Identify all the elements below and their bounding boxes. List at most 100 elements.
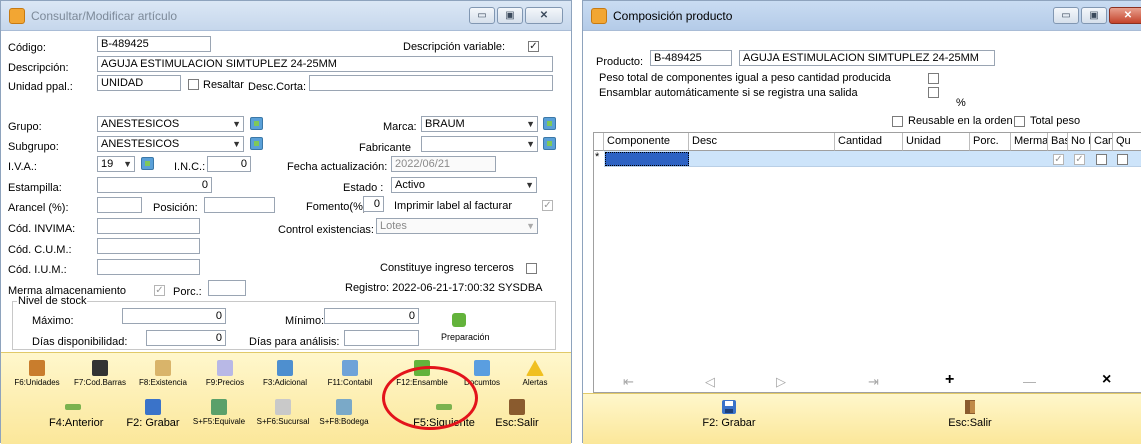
total-peso-checkbox[interactable] bbox=[1014, 116, 1025, 127]
subgrupo-lookup-icon[interactable] bbox=[250, 137, 263, 150]
bas-checkbox[interactable]: ✓ bbox=[1053, 154, 1064, 165]
nivel-stock-legend: Nivel de stock bbox=[18, 295, 87, 307]
components-grid[interactable]: Componente Desc Cantidad Unidad Porc. Me… bbox=[593, 132, 1141, 393]
preparacion-button[interactable]: Preparación bbox=[441, 332, 490, 342]
column-header[interactable]: Cantidad bbox=[835, 133, 903, 151]
qu-checkbox[interactable] bbox=[1117, 154, 1128, 165]
minimize-button[interactable]: ▭ bbox=[469, 7, 495, 24]
grupo-select[interactable]: ANESTESICOS ▼ bbox=[97, 116, 244, 132]
prev-record-icon[interactable]: ◁ bbox=[705, 374, 715, 390]
toolbar-button[interactable]: F4:Anterior bbox=[49, 399, 103, 429]
toolbar-button[interactable]: F2: Grabar bbox=[117, 399, 189, 429]
maximo-input[interactable]: 0 bbox=[122, 308, 226, 324]
column-header[interactable]: Desc bbox=[689, 133, 835, 151]
estado-select[interactable]: Activo ▼ bbox=[391, 177, 537, 193]
ensamblar-checkbox[interactable] bbox=[928, 87, 939, 98]
fabricante-select[interactable]: ▼ bbox=[421, 136, 538, 152]
ium-input[interactable] bbox=[97, 259, 200, 275]
column-header[interactable]: Porc. bbox=[970, 133, 1011, 151]
desc-corta-input[interactable] bbox=[309, 75, 553, 91]
minimo-label: Mínimo: bbox=[285, 315, 325, 327]
toolbar-button[interactable]: Esc:Salir bbox=[486, 399, 548, 429]
first-record-icon[interactable]: ⇤ bbox=[623, 374, 634, 390]
subgrupo-select[interactable]: ANESTESICOS ▼ bbox=[97, 136, 244, 152]
registro-text: Registro: 2022-06-21-17:00:32 SYSDBA bbox=[345, 282, 543, 294]
save-icon bbox=[145, 399, 161, 415]
toolbar-button[interactable]: F9:Precios bbox=[196, 360, 254, 387]
chevron-down-icon: ▼ bbox=[526, 139, 535, 149]
marca-value: BRAUM bbox=[425, 118, 465, 130]
dias-disponibilidad-input[interactable]: 0 bbox=[146, 330, 226, 346]
toolbar-button-label: F4:Anterior bbox=[49, 417, 104, 429]
column-header[interactable]: Qu bbox=[1113, 133, 1141, 151]
close-button[interactable]: ✕ bbox=[1109, 7, 1141, 24]
marca-select[interactable]: BRAUM ▼ bbox=[421, 116, 538, 132]
column-header[interactable]: No M bbox=[1068, 133, 1091, 151]
constituye-checkbox[interactable] bbox=[526, 263, 537, 274]
inc-input[interactable]: 0 bbox=[207, 156, 251, 172]
toolbar-button-label: F7:Cod.Barras bbox=[73, 378, 127, 387]
arancel-input[interactable] bbox=[97, 197, 142, 213]
descripcion-input[interactable]: AGUJA ESTIMULACION SIMTUPLEZ 24-25MM bbox=[97, 56, 553, 72]
porc-input[interactable] bbox=[208, 280, 246, 296]
maximize-button[interactable]: ▣ bbox=[1081, 7, 1107, 24]
caml-checkbox[interactable] bbox=[1096, 154, 1107, 165]
toolbar-button[interactable]: Alertas bbox=[506, 360, 564, 387]
componente-cell[interactable] bbox=[605, 152, 689, 166]
composition-window-title: Composición producto bbox=[613, 9, 733, 23]
composition-toolbar bbox=[583, 393, 1141, 444]
column-header[interactable]: Componente bbox=[604, 133, 689, 151]
edit-record-icon[interactable]: — bbox=[1023, 374, 1036, 389]
estampilla-input[interactable]: 0 bbox=[97, 177, 212, 193]
column-header[interactable]: Bas bbox=[1048, 133, 1068, 151]
toolbar-button[interactable]: S+F5:Equivale bbox=[189, 399, 249, 426]
minimo-input[interactable]: 0 bbox=[324, 308, 419, 324]
toolbar-button[interactable]: F3:Adicional bbox=[256, 360, 314, 387]
salir-button[interactable]: Esc:Salir bbox=[940, 399, 1000, 429]
desc-variable-label: Descripción variable: bbox=[403, 41, 506, 53]
marca-lookup-icon[interactable] bbox=[543, 117, 556, 130]
iva-lookup-icon[interactable] bbox=[141, 157, 154, 170]
arrow-left-icon bbox=[65, 404, 81, 410]
marca-label: Marca: bbox=[383, 121, 417, 133]
document-icon bbox=[474, 360, 490, 376]
dias-analisis-input[interactable] bbox=[344, 330, 419, 346]
peso-total-checkbox[interactable] bbox=[928, 73, 939, 84]
iva-select[interactable]: 19 ▼ bbox=[97, 156, 135, 172]
column-header[interactable]: Merma bbox=[1011, 133, 1048, 151]
delete-record-icon[interactable]: × bbox=[1102, 371, 1111, 389]
fomento-input[interactable]: 0 bbox=[363, 196, 384, 212]
column-header[interactable]: Unidad bbox=[903, 133, 970, 151]
column-header[interactable]: Caml bbox=[1091, 133, 1113, 151]
invima-input[interactable] bbox=[97, 218, 200, 234]
no-m-checkbox[interactable]: ✓ bbox=[1074, 154, 1085, 165]
toolbar-button[interactable]: F7:Cod.Barras bbox=[71, 360, 129, 387]
close-button[interactable]: ✕ bbox=[525, 7, 563, 24]
reusable-checkbox[interactable] bbox=[892, 116, 903, 127]
maximize-button[interactable]: ▣ bbox=[497, 7, 523, 24]
toolbar-button[interactable]: F11:Contabil bbox=[321, 360, 379, 387]
imprimir-checkbox[interactable]: ✓ bbox=[542, 200, 553, 211]
last-record-icon[interactable]: ⇥ bbox=[868, 374, 879, 390]
fabricante-lookup-icon[interactable] bbox=[543, 137, 556, 150]
toolbar-button[interactable]: S+F6:Sucursal bbox=[253, 399, 313, 426]
chevron-down-icon: ▼ bbox=[526, 221, 535, 231]
posicion-input[interactable] bbox=[204, 197, 275, 213]
desc-variable-checkbox[interactable]: ✓ bbox=[528, 41, 539, 52]
minimize-button[interactable]: ▭ bbox=[1053, 7, 1079, 24]
toolbar-button[interactable]: F8:Existencia bbox=[134, 360, 192, 387]
grabar-label: F2: Grabar bbox=[702, 417, 756, 429]
grupo-lookup-icon[interactable] bbox=[250, 117, 263, 130]
codigo-input[interactable]: B-489425 bbox=[97, 36, 211, 52]
resaltar-checkbox[interactable] bbox=[188, 79, 199, 90]
unidad-input[interactable]: UNIDAD bbox=[97, 75, 181, 91]
toolbar-button[interactable]: S+F8:Bodega bbox=[314, 399, 374, 426]
article-titlebar: Consultar/Modificar artículo ▭ ▣ ✕ bbox=[1, 1, 571, 31]
add-record-icon[interactable]: + bbox=[945, 371, 954, 389]
toolbar-button[interactable]: F6:Unidades bbox=[8, 360, 66, 387]
producto-codigo-input[interactable]: B-489425 bbox=[650, 50, 732, 66]
grabar-button[interactable]: F2: Grabar bbox=[699, 399, 759, 429]
next-record-icon[interactable]: ▷ bbox=[776, 374, 786, 390]
cum-input[interactable] bbox=[97, 238, 200, 254]
ium-label: Cód. I.U.M.: bbox=[8, 264, 67, 276]
